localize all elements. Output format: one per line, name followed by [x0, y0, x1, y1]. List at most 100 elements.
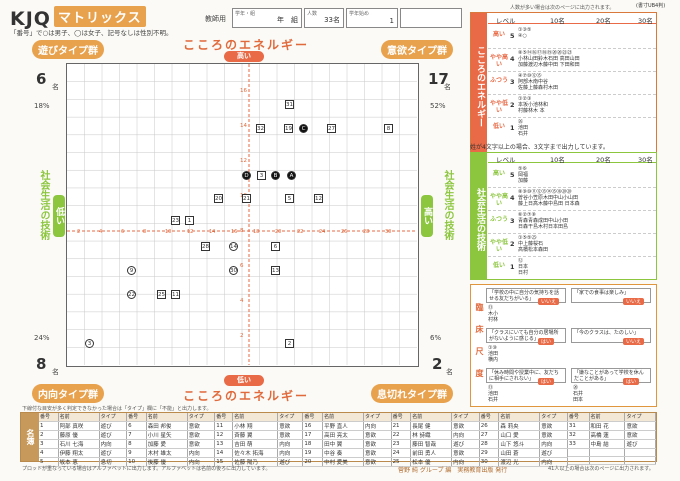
- x-tick-label: 4: [99, 229, 102, 235]
- roster-header-cell: タイプ: [187, 413, 216, 422]
- roster-cell: 12: [215, 430, 234, 440]
- roster-header-cell: 番号: [215, 413, 234, 422]
- student-marker[interactable]: 9: [127, 266, 136, 275]
- roster-header-cell: タイプ: [539, 413, 568, 422]
- student-marker[interactable]: 5: [285, 194, 294, 203]
- roster-row[interactable]: 11 小林 翔意欲: [215, 421, 304, 431]
- term-field[interactable]: 学年始め 1: [346, 8, 398, 28]
- student-marker[interactable]: 28: [201, 242, 210, 251]
- roster-row[interactable]: 27 山口 愛意欲: [479, 430, 568, 440]
- level-label: 高い: [492, 30, 505, 38]
- roster-cell: 小川 星矢: [146, 430, 188, 440]
- y-tick-label: 4: [240, 298, 244, 304]
- exhausted-type-group: 息切れタイプ群: [371, 384, 453, 403]
- x-tick-label: 30: [385, 229, 391, 235]
- level-divider: [488, 210, 656, 211]
- roster-row[interactable]: 2 藤原 優遊び: [39, 430, 128, 440]
- teacher-label: 教師用: [205, 15, 226, 23]
- student-marker[interactable]: 8: [384, 124, 393, 133]
- roster-row[interactable]: 7 小川 星矢 意欲: [127, 430, 216, 440]
- student-marker[interactable]: 2: [285, 339, 294, 348]
- student-marker[interactable]: 14: [229, 242, 238, 251]
- student-marker[interactable]: 22: [127, 290, 136, 299]
- roster-row[interactable]: 28 山下 悠斗 内向: [479, 439, 568, 449]
- roster-row[interactable]: 4 伊藤 翔太 遊び: [39, 448, 128, 458]
- clinical-answer-badge: はい: [623, 378, 640, 385]
- student-marker[interactable]: D: [242, 171, 251, 180]
- roster-row[interactable]: 33 中島 結遊び: [567, 439, 656, 449]
- roster-row[interactable]: [567, 456, 656, 465]
- roster-cell: 山下 悠斗: [498, 439, 541, 449]
- roster-row[interactable]: 16 平野 直人 内向: [303, 421, 392, 431]
- level-number: 2: [510, 239, 515, 248]
- roster-row[interactable]: [567, 448, 656, 457]
- student-marker[interactable]: 11: [171, 290, 180, 299]
- roster-row[interactable]: 31 和田 花意欲: [567, 421, 656, 431]
- play-type-group: 遊びタイプ群: [32, 40, 104, 59]
- roster-cell: [624, 448, 656, 457]
- student-marker[interactable]: 3: [257, 171, 266, 180]
- roster-row[interactable]: 6 森田 邦俊 意欲: [127, 421, 216, 431]
- roster-row[interactable]: 32 高橋 蓮意欲: [567, 430, 656, 440]
- roster-cell: 長尾 健: [410, 421, 453, 431]
- student-marker[interactable]: 13: [271, 266, 280, 275]
- student-marker[interactable]: 21: [242, 194, 251, 203]
- student-marker[interactable]: 32: [256, 124, 265, 133]
- roster-row[interactable]: 26 森 莉央 意欲: [479, 421, 568, 431]
- roster-cell: 11: [215, 421, 234, 431]
- student-count-field[interactable]: 人数 33名: [304, 8, 344, 28]
- student-marker[interactable]: 12: [314, 194, 323, 203]
- roster-cell: 意欲: [363, 448, 392, 458]
- roster-row[interactable]: 12 斉藤 翼意欲: [215, 430, 304, 440]
- roster-cell: 加藤 愛: [146, 439, 188, 449]
- roster-row[interactable]: 13 吉田 萌内向: [215, 439, 304, 449]
- roster-cell: 16: [303, 421, 324, 431]
- roster-row[interactable]: 19 中谷 奏意欲: [303, 448, 392, 458]
- roster-row[interactable]: 29 山田 蒼遊び: [479, 448, 568, 458]
- roster-row[interactable]: 23 藤田 智哉 遊び: [391, 439, 480, 449]
- roster-cell: 意欲: [624, 430, 656, 440]
- roster-row[interactable]: 17 高田 亮太 意欲: [303, 430, 392, 440]
- student-marker[interactable]: 30: [229, 266, 238, 275]
- student-marker[interactable]: 20: [214, 194, 223, 203]
- student-marker[interactable]: 25: [157, 290, 166, 299]
- roster-row[interactable]: 1 阿部 真咲 遊び: [39, 421, 128, 431]
- student-marker[interactable]: 23: [171, 216, 180, 225]
- student-marker[interactable]: 19: [284, 124, 293, 133]
- roster-cell: 木村 雄太: [146, 448, 188, 458]
- roster-cell: 意欲: [187, 421, 216, 431]
- clinical-student-names: ⑳ 石井 田本: [573, 385, 584, 403]
- student-marker[interactable]: B: [271, 171, 280, 180]
- roster-row[interactable]: 24 前田 勇人 意欲: [391, 448, 480, 458]
- roster-row[interactable]: 18 田中 翼意欲: [303, 439, 392, 449]
- y-tick-label: 12: [240, 158, 247, 164]
- roster-row[interactable]: 20 中村 愛美 意欲: [303, 457, 392, 467]
- student-marker[interactable]: A: [287, 171, 296, 180]
- student-marker[interactable]: 31: [285, 100, 294, 109]
- student-marker[interactable]: 27: [327, 124, 336, 133]
- roster-cell: 31: [567, 421, 590, 431]
- student-marker[interactable]: 3: [85, 339, 94, 348]
- student-marker[interactable]: 1: [185, 216, 194, 225]
- student-marker[interactable]: 6: [271, 242, 280, 251]
- roster-cell: 遊び: [99, 448, 128, 458]
- grade-class-field[interactable]: 学年・組年 組: [232, 8, 302, 28]
- roster-row[interactable]: 3 石川 七海 内向: [39, 439, 128, 449]
- roster-row[interactable]: 14 佐々木 拓海 内向: [215, 448, 304, 458]
- roster-header-cell: 名前: [232, 413, 279, 422]
- roster-cell: 平野 直人: [322, 421, 364, 431]
- roster-header-cell: 番号: [567, 413, 590, 422]
- student-marker[interactable]: C: [299, 124, 308, 133]
- roster-cell: 3: [39, 439, 59, 449]
- roster-row[interactable]: 22 林 詩織 内向: [391, 430, 480, 440]
- roster-cell: 6: [127, 421, 147, 431]
- level-label: 高い: [492, 169, 505, 177]
- roster-cell: 田中 翼: [322, 439, 364, 449]
- roster-cell: 内向: [187, 448, 216, 458]
- roster-row[interactable]: 21 長尾 健意欲: [391, 421, 480, 431]
- blank-field[interactable]: [400, 8, 462, 28]
- roster-row[interactable]: 8 加藤 愛意欲: [127, 439, 216, 449]
- roster-row[interactable]: 9 木村 雄太 内向: [127, 448, 216, 458]
- roster-cell: 8: [127, 439, 147, 449]
- roster-cell: 林 詩織: [410, 430, 453, 440]
